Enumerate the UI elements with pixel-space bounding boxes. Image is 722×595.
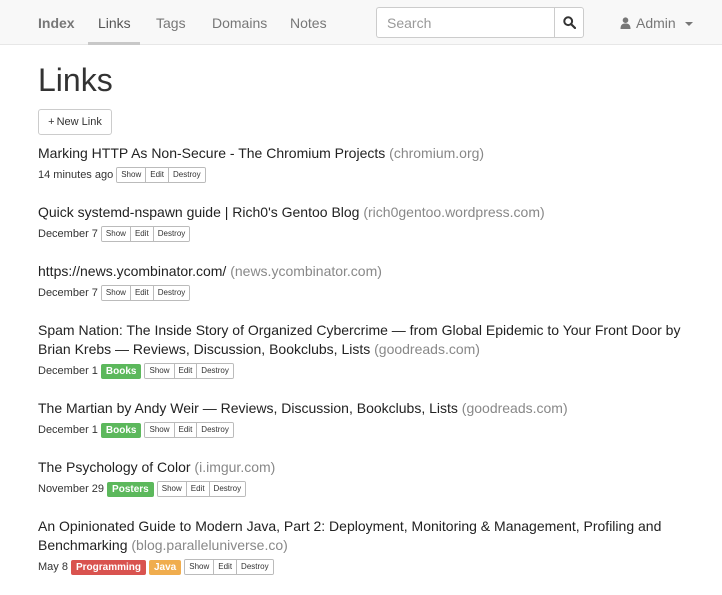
link-actions: Show Edit Destroy xyxy=(100,285,191,301)
link-title-row: The Martian by Andy Weir — Reviews, Disc… xyxy=(38,399,688,418)
link-meta: December 1 Books Show Edit Destroy xyxy=(38,422,688,438)
link-domain[interactable]: (rich0gentoo.wordpress.com) xyxy=(363,204,544,220)
link-title-row: Spam Nation: The Inside Story of Organiz… xyxy=(38,321,688,359)
destroy-button[interactable]: Destroy xyxy=(153,286,190,300)
destroy-button[interactable]: Destroy xyxy=(197,423,233,437)
destroy-button[interactable]: Destroy xyxy=(237,560,273,574)
page-title: Links xyxy=(38,62,113,98)
user-name: Admin xyxy=(636,15,676,31)
link-title[interactable]: The Martian by Andy Weir — Reviews, Disc… xyxy=(38,400,458,416)
link-item: The Martian by Andy Weir — Reviews, Disc… xyxy=(38,399,688,438)
link-meta: 14 minutes ago Show Edit Destroy xyxy=(38,167,688,183)
tag-badge[interactable]: Posters xyxy=(107,481,154,497)
link-title[interactable]: Spam Nation: The Inside Story of Organiz… xyxy=(38,322,680,357)
edit-button[interactable]: Edit xyxy=(130,286,154,300)
user-menu[interactable]: Admin xyxy=(620,15,693,31)
link-timestamp: 14 minutes ago xyxy=(38,169,114,181)
edit-button[interactable]: Edit xyxy=(214,560,238,574)
link-meta: December 1 Books Show Edit Destroy xyxy=(38,363,688,379)
link-timestamp: November 29 xyxy=(38,483,105,495)
nav-domains[interactable]: Domains xyxy=(212,15,267,31)
link-meta: May 8 Programming Java Show Edit Destroy xyxy=(38,559,688,575)
nav-tags[interactable]: Tags xyxy=(156,15,186,31)
link-title[interactable]: The Psychology of Color xyxy=(38,459,191,475)
search-icon xyxy=(562,16,576,29)
link-meta: December 7 Show Edit Destroy xyxy=(38,226,688,242)
tag-badge[interactable]: Books xyxy=(100,363,142,379)
link-domain[interactable]: (goodreads.com) xyxy=(374,341,480,357)
link-actions: Show Edit Destroy xyxy=(100,226,191,242)
show-button[interactable]: Show xyxy=(157,482,187,496)
edit-button[interactable]: Edit xyxy=(186,482,210,496)
brand-link[interactable]: Index xyxy=(38,15,75,31)
show-button[interactable]: Show xyxy=(101,286,131,300)
link-domain[interactable]: (blog.paralleluniverse.co) xyxy=(131,537,287,553)
show-button[interactable]: Show xyxy=(145,423,175,437)
show-button[interactable]: Show xyxy=(101,227,131,241)
link-title-row: https://news.ycombinator.com/ (news.ycom… xyxy=(38,262,688,281)
search-button[interactable] xyxy=(554,7,584,38)
link-domain[interactable]: (news.ycombinator.com) xyxy=(230,263,382,279)
link-item: https://news.ycombinator.com/ (news.ycom… xyxy=(38,262,688,301)
new-link-label: New Link xyxy=(56,116,102,128)
link-title[interactable]: Marking HTTP As Non-Secure - The Chromiu… xyxy=(38,145,385,161)
search-input[interactable] xyxy=(376,7,554,38)
plus-icon: + xyxy=(48,116,55,128)
tag-badge[interactable]: Programming xyxy=(70,559,146,575)
link-timestamp: May 8 xyxy=(38,561,68,573)
show-button[interactable]: Show xyxy=(117,168,147,182)
link-title[interactable]: Quick systemd-nspawn guide | Rich0's Gen… xyxy=(38,204,359,220)
link-actions: Show Edit Destroy xyxy=(116,167,206,183)
link-actions: Show Edit Destroy xyxy=(184,559,274,575)
link-timestamp: December 1 xyxy=(38,424,98,436)
link-title-row: An Opinionated Guide to Modern Java, Par… xyxy=(38,517,688,555)
new-link-button[interactable]: + New Link xyxy=(38,109,112,135)
edit-button[interactable]: Edit xyxy=(174,364,198,378)
link-title-row: The Psychology of Color (i.imgur.com) xyxy=(38,458,688,477)
user-icon xyxy=(620,17,631,29)
link-actions: Show Edit Destroy xyxy=(156,481,247,497)
link-timestamp: December 1 xyxy=(38,365,98,377)
link-domain[interactable]: (goodreads.com) xyxy=(462,400,568,416)
link-domain[interactable]: (chromium.org) xyxy=(389,145,484,161)
link-actions: Show Edit Destroy xyxy=(144,363,234,379)
top-navbar: Index Links Tags Domains Notes Admin xyxy=(0,0,722,45)
destroy-button[interactable]: Destroy xyxy=(209,482,246,496)
destroy-button[interactable]: Destroy xyxy=(153,227,190,241)
link-item: Marking HTTP As Non-Secure - The Chromiu… xyxy=(38,144,688,183)
link-actions: Show Edit Destroy xyxy=(144,422,234,438)
destroy-button[interactable]: Destroy xyxy=(169,168,205,182)
chevron-down-icon xyxy=(684,22,693,26)
show-button[interactable]: Show xyxy=(145,364,175,378)
link-list: Marking HTTP As Non-Secure - The Chromiu… xyxy=(38,144,688,595)
link-timestamp: December 7 xyxy=(38,228,98,240)
link-meta: December 7 Show Edit Destroy xyxy=(38,285,688,301)
tag-badge[interactable]: Books xyxy=(100,422,142,438)
edit-button[interactable]: Edit xyxy=(146,168,170,182)
nav-notes[interactable]: Notes xyxy=(290,15,327,31)
link-meta: November 29 Posters Show Edit Destroy xyxy=(38,481,688,497)
edit-button[interactable]: Edit xyxy=(174,423,198,437)
link-domain[interactable]: (i.imgur.com) xyxy=(194,459,275,475)
link-title-row: Quick systemd-nspawn guide | Rich0's Gen… xyxy=(38,203,688,222)
nav-active-indicator xyxy=(88,42,140,45)
edit-button[interactable]: Edit xyxy=(130,227,154,241)
link-item: The Psychology of Color (i.imgur.com) Nov… xyxy=(38,458,688,497)
search-form xyxy=(376,7,584,38)
link-item: Quick systemd-nspawn guide | Rich0's Gen… xyxy=(38,203,688,242)
tag-badge[interactable]: Java xyxy=(148,559,182,575)
show-button[interactable]: Show xyxy=(185,560,215,574)
destroy-button[interactable]: Destroy xyxy=(197,364,233,378)
link-item: Spam Nation: The Inside Story of Organiz… xyxy=(38,321,688,379)
link-title[interactable]: https://news.ycombinator.com/ xyxy=(38,263,226,279)
link-item: An Opinionated Guide to Modern Java, Par… xyxy=(38,517,688,575)
link-timestamp: December 7 xyxy=(38,287,98,299)
nav-links[interactable]: Links xyxy=(98,15,131,31)
link-title-row: Marking HTTP As Non-Secure - The Chromiu… xyxy=(38,144,688,163)
